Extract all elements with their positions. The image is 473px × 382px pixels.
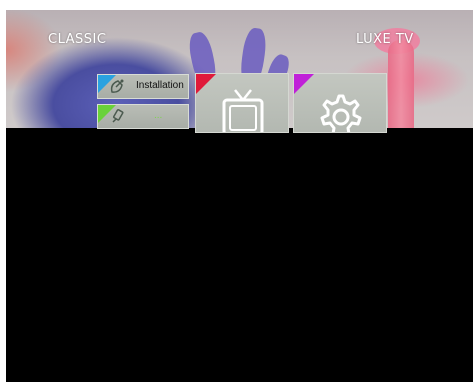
- usb-icon: [108, 108, 126, 126]
- background-shape: [388, 40, 414, 128]
- menu-item-installation[interactable]: Installation: [97, 74, 189, 99]
- gear-icon: [316, 88, 366, 132]
- menu-item-usb[interactable]: ...: [97, 104, 189, 129]
- screen: CLASSIC LUXE TV Installation ...: [0, 0, 473, 382]
- brand-luxe-tv: LUXE TV: [356, 32, 414, 47]
- tv-icon: [218, 88, 268, 132]
- brand-classic: CLASSIC: [48, 32, 107, 47]
- tile-tv[interactable]: [195, 73, 289, 133]
- accent-corner-red: [196, 74, 216, 94]
- accent-corner-purple: [294, 74, 314, 94]
- menu-item-label: ...: [154, 110, 163, 121]
- satellite-dish-icon: [108, 78, 126, 96]
- menu-item-label: Installation: [136, 80, 184, 91]
- tv-display: CLASSIC LUXE TV Installation ...: [6, 10, 473, 382]
- tile-settings[interactable]: [293, 73, 387, 133]
